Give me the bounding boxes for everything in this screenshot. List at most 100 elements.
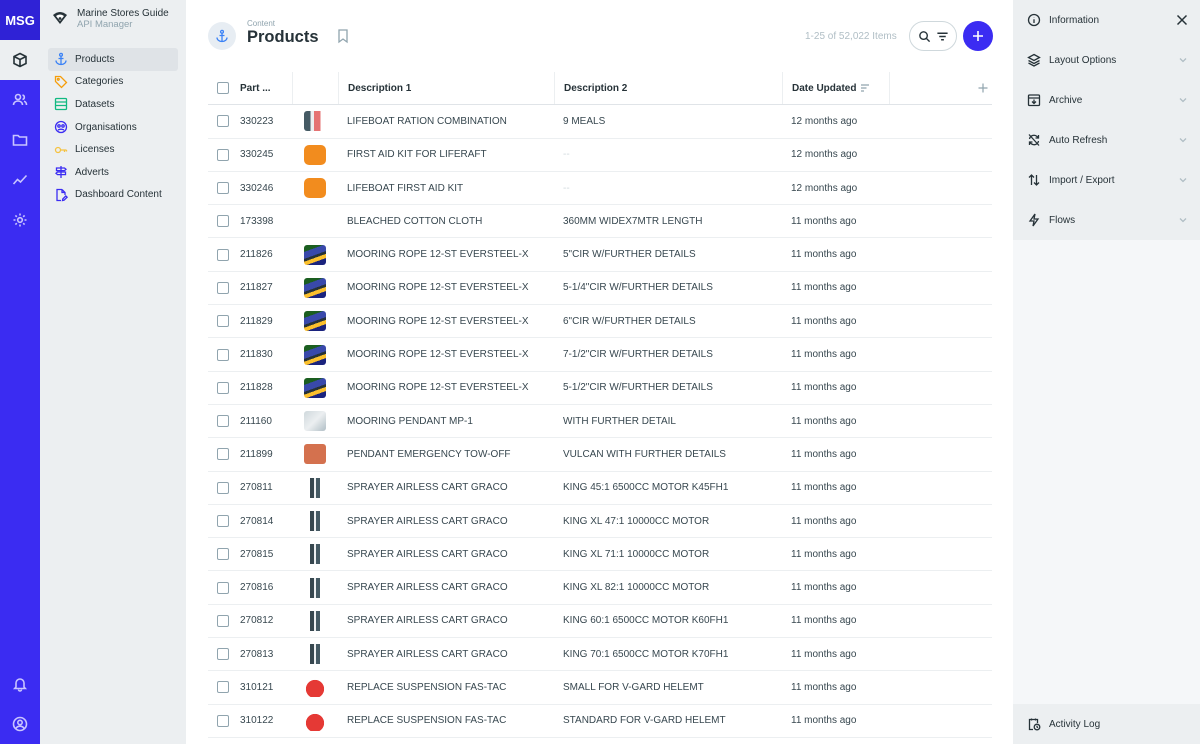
row-checkbox[interactable]: [217, 115, 229, 128]
insights-module-button[interactable]: [0, 160, 40, 200]
row-checkbox[interactable]: [217, 648, 229, 661]
table-row[interactable]: 310122 REPLACE SUSPENSION FAS-TAC STANDARD…: [208, 705, 992, 738]
row-checkbox[interactable]: [217, 714, 229, 727]
app-logo[interactable]: MSG: [0, 0, 40, 40]
table-row[interactable]: 270816 SPRAYER AIRLESS CART GRACO KING XL …: [208, 571, 992, 605]
date-updated: 11 months ago: [791, 715, 857, 727]
add-column-icon[interactable]: [978, 83, 988, 93]
filter-icon[interactable]: [936, 30, 949, 43]
row-checkbox[interactable]: [217, 348, 229, 361]
nav-item-products[interactable]: Products: [48, 48, 178, 71]
close-icon[interactable]: [1176, 14, 1188, 26]
column-header-date-updated[interactable]: Date Updated: [782, 72, 889, 105]
notifications-button[interactable]: [0, 664, 40, 704]
table-row[interactable]: 211829 MOORING ROPE 12-ST EVERSTEEL-X 6"CI…: [208, 305, 992, 339]
content-module-button[interactable]: [0, 40, 40, 80]
date-updated: 11 months ago: [791, 282, 857, 294]
table-row[interactable]: 330246 LIFEBOAT FIRST AID KIT -- 12 months …: [208, 172, 992, 206]
description-1: SPRAYER AIRLESS CART GRACO: [347, 482, 508, 494]
table-row[interactable]: 270812 SPRAYER AIRLESS CART GRACO KING 60:…: [208, 605, 992, 639]
nav-item-organisations[interactable]: Organisations: [48, 116, 178, 139]
part-number: 211830: [240, 349, 273, 361]
description-1: MOORING ROPE 12-ST EVERSTEEL-X: [347, 349, 529, 361]
table-row[interactable]: 211830 MOORING ROPE 12-ST EVERSTEEL-X 7-1/…: [208, 338, 992, 372]
table-row[interactable]: 211160 MOORING PENDANT MP-1 WITH FURTHER D…: [208, 405, 992, 439]
date-updated: 11 months ago: [791, 315, 857, 327]
table-row[interactable]: 270814 SPRAYER AIRLESS CART GRACO KING XL …: [208, 505, 992, 539]
row-checkbox[interactable]: [217, 182, 229, 195]
row-select-cell: [208, 272, 238, 304]
table-row[interactable]: 211899 PENDANT EMERGENCY TOW-OFF VULCAN WI…: [208, 438, 992, 472]
row-checkbox[interactable]: [217, 415, 229, 428]
row-checkbox[interactable]: [217, 381, 229, 394]
description-1: SPRAYER AIRLESS CART GRACO: [347, 615, 508, 627]
breadcrumb[interactable]: Content: [247, 19, 275, 28]
nav-item-adverts[interactable]: Adverts: [48, 161, 178, 184]
nav-item-categories[interactable]: Categories: [48, 71, 178, 94]
part-number: 330245: [240, 149, 274, 161]
panel-section-auto-refresh[interactable]: Auto Refresh: [1013, 120, 1200, 160]
row-checkbox[interactable]: [217, 448, 229, 461]
nav-item-dashboard-content[interactable]: Dashboard Content: [48, 184, 178, 207]
row-checkbox[interactable]: [217, 215, 229, 228]
users-module-button[interactable]: [0, 80, 40, 120]
row-checkbox[interactable]: [217, 581, 229, 594]
nav-item-label: Licenses: [75, 144, 115, 156]
table-row[interactable]: 270815 SPRAYER AIRLESS CART GRACO KING XL …: [208, 538, 992, 572]
part-number: 211827: [240, 282, 273, 294]
table-row[interactable]: 211827 MOORING ROPE 12-ST EVERSTEEL-X 5-1/…: [208, 272, 992, 306]
product-image: [307, 544, 323, 565]
row-checkbox[interactable]: [217, 148, 229, 161]
row-checkbox[interactable]: [217, 614, 229, 627]
table-row[interactable]: 310121 REPLACE SUSPENSION FAS-TAC SMALL FO…: [208, 671, 992, 705]
table-row[interactable]: 270811 SPRAYER AIRLESS CART GRACO KING 45:…: [208, 472, 992, 505]
row-spacer: [889, 372, 992, 404]
table-row[interactable]: 270813 SPRAYER AIRLESS CART GRACO KING 70:…: [208, 638, 992, 672]
row-checkbox[interactable]: [217, 481, 229, 494]
column-header-description-1[interactable]: Description 1: [338, 72, 554, 105]
chevron-down-icon: [1179, 138, 1187, 143]
column-header-description-2[interactable]: Description 2: [554, 72, 782, 105]
row-checkbox[interactable]: [217, 548, 229, 561]
table-row[interactable]: 330223 LIFEBOAT RATION COMBINATION 9 MEALS…: [208, 105, 992, 139]
panel-section-layout-options[interactable]: Layout Options: [1013, 40, 1200, 80]
import-export-icon: [1028, 174, 1040, 186]
description-1: BLEACHED COTTON CLOTH: [347, 215, 483, 227]
nav-item-licenses[interactable]: Licenses: [48, 138, 178, 161]
bookmark-icon[interactable]: [336, 28, 350, 44]
files-module-button[interactable]: [0, 120, 40, 160]
add-product-button[interactable]: [963, 21, 993, 51]
row-checkbox[interactable]: [217, 248, 229, 261]
table-row[interactable]: 211826 MOORING ROPE 12-ST EVERSTEEL-X 5"CI…: [208, 238, 992, 272]
row-spacer: [889, 705, 992, 737]
panel-section-archive[interactable]: Archive: [1013, 80, 1200, 120]
image-cell: [292, 571, 338, 603]
panel-section-import-export[interactable]: Import / Export: [1013, 160, 1200, 200]
description-2: 6"CIR W/FURTHER DETAILS: [563, 315, 696, 327]
panel-section-flows[interactable]: Flows: [1013, 200, 1200, 240]
product-image: [307, 610, 323, 631]
panel-section-information[interactable]: Information: [1013, 0, 1200, 40]
add-column-cell: [889, 72, 992, 105]
table-row[interactable]: 173398 BLEACHED COTTON CLOTH 360MM WIDEX7M…: [208, 205, 992, 239]
account-button[interactable]: [0, 704, 40, 744]
sort-icon[interactable]: [860, 83, 870, 93]
image-cell: [292, 305, 338, 337]
nav-item-label: Products: [75, 53, 115, 65]
row-checkbox[interactable]: [217, 681, 229, 694]
date-updated: 12 months ago: [791, 182, 858, 194]
table-row[interactable]: 330245 FIRST AID KIT FOR LIFERAFT -- 12 mon…: [208, 139, 992, 172]
search-icon[interactable]: [918, 30, 931, 43]
row-spacer: [889, 172, 992, 204]
nav-item-datasets[interactable]: Datasets: [48, 93, 178, 116]
row-checkbox[interactable]: [217, 315, 229, 328]
select-all-checkbox[interactable]: [217, 82, 229, 95]
description-2: 5"CIR W/FURTHER DETAILS: [563, 249, 696, 261]
activity-log-button[interactable]: Activity Log: [1013, 704, 1200, 744]
row-checkbox[interactable]: [217, 281, 229, 294]
row-checkbox[interactable]: [217, 515, 229, 527]
table-row[interactable]: 211828 MOORING ROPE 12-ST EVERSTEEL-X 5-1/…: [208, 372, 992, 405]
column-header-part[interactable]: Part ...: [238, 72, 292, 104]
description-2: --: [563, 149, 570, 161]
settings-module-button[interactable]: [0, 200, 40, 240]
